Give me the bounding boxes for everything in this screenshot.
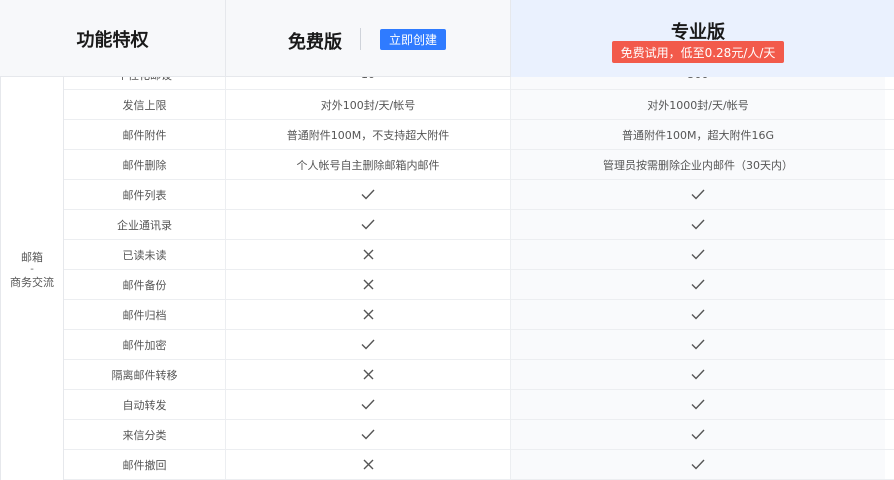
cross-icon: [363, 249, 374, 260]
free-plan-mark: [226, 390, 511, 419]
pro-plan-mark: [511, 420, 885, 449]
check-icon: [691, 219, 705, 230]
category-line-1: 邮箱: [21, 251, 43, 264]
free-plan-mark: [226, 300, 511, 329]
check-icon: [691, 279, 705, 290]
pro-plan-value: 管理员按需删除企业内邮件（30天内）: [511, 150, 885, 179]
table-row: 自动转发: [64, 390, 894, 420]
table-header: 功能特权 免费版 立即创建 专业版 免费试用，低至0.28元/人/天: [0, 0, 894, 77]
free-trial-badge[interactable]: 免费试用，低至0.28元/人/天: [612, 41, 784, 63]
free-plan-title: 免费版: [288, 32, 342, 53]
pro-plan-header: 专业版 免费试用，低至0.28元/人/天: [511, 0, 894, 77]
free-plan-mark: [226, 240, 511, 269]
pro-plan-mark: [511, 240, 885, 269]
check-icon: [361, 429, 375, 440]
pro-plan-mark: [511, 210, 885, 239]
free-plan-mark: [226, 210, 511, 239]
check-icon: [361, 339, 375, 350]
check-icon: [691, 249, 705, 260]
pro-plan-mark: [511, 360, 885, 389]
table-row: 邮件删除 个人帐号自主删除邮箱内邮件 管理员按需删除企业内邮件（30天内）: [64, 150, 894, 180]
feature-name: 邮件归档: [64, 300, 226, 329]
cross-icon: [363, 459, 374, 470]
feature-name: 邮件加密: [64, 330, 226, 359]
pro-plan-mark: [511, 450, 885, 479]
feature-name: 隔离邮件转移: [64, 360, 226, 389]
free-plan-mark: [226, 450, 511, 479]
check-icon: [691, 189, 705, 200]
category-line-3: 商务交流: [10, 276, 54, 289]
pro-plan-mark: [511, 300, 885, 329]
feature-name: 已读未读: [64, 240, 226, 269]
pro-plan-value: 普通附件100M，超大附件16G: [511, 120, 885, 149]
feature-name: 邮件备份: [64, 270, 226, 299]
check-icon: [361, 399, 375, 410]
check-icon: [361, 189, 375, 200]
cross-icon: [363, 279, 374, 290]
table-row: 隔离邮件转移: [64, 360, 894, 390]
free-plan-mark: [226, 270, 511, 299]
free-plan-mark: [226, 360, 511, 389]
table-row: 邮件备份: [64, 270, 894, 300]
table-body: 邮箱 - 商务交流 个性化邮设10500发信上限对外100封/天/帐号对外100…: [0, 60, 894, 480]
table-row: 邮件撤回: [64, 450, 894, 480]
feature-name: 邮件删除: [64, 150, 226, 179]
check-icon: [691, 399, 705, 410]
table-row: 邮件加密: [64, 330, 894, 360]
free-plan-mark: [226, 420, 511, 449]
check-icon: [691, 339, 705, 350]
table-row: 来信分类: [64, 420, 894, 450]
feature-name: 邮件列表: [64, 180, 226, 209]
check-icon: [691, 459, 705, 470]
check-icon: [361, 219, 375, 230]
check-icon: [691, 369, 705, 380]
pro-plan-mark: [511, 330, 885, 359]
free-plan-mark: [226, 330, 511, 359]
free-plan-value: 个人帐号自主删除邮箱内邮件: [226, 150, 511, 179]
free-plan-mark: [226, 180, 511, 209]
feature-column-header: 功能特权: [0, 0, 226, 77]
check-icon: [691, 309, 705, 320]
feature-name: 来信分类: [64, 420, 226, 449]
feature-name: 企业通讯录: [64, 210, 226, 239]
table-row: 邮件列表: [64, 180, 894, 210]
pro-plan-value: 对外1000封/天/帐号: [511, 90, 885, 119]
create-now-button[interactable]: 立即创建: [380, 29, 446, 50]
free-plan-header: 免费版 立即创建: [226, 0, 511, 77]
free-plan-value: 普通附件100M，不支持超大附件: [226, 120, 511, 149]
pro-plan-mark: [511, 390, 885, 419]
feature-name: 自动转发: [64, 390, 226, 419]
check-icon: [691, 429, 705, 440]
table-row: 邮件附件 普通附件100M，不支持超大附件 普通附件100M，超大附件16G: [64, 120, 894, 150]
table-row: 发信上限 对外100封/天/帐号 对外1000封/天/帐号: [64, 90, 894, 120]
free-plan-value: 对外100封/天/帐号: [226, 90, 511, 119]
pro-plan-mark: [511, 180, 885, 209]
table-row: 邮件归档: [64, 300, 894, 330]
cross-icon: [363, 309, 374, 320]
category-cell: 邮箱 - 商务交流: [0, 60, 64, 480]
feature-name: 邮件撤回: [64, 450, 226, 479]
feature-name: 发信上限: [64, 90, 226, 119]
cross-icon: [363, 369, 374, 380]
category-line-2: -: [30, 264, 34, 275]
feature-name: 邮件附件: [64, 120, 226, 149]
pro-plan-mark: [511, 270, 885, 299]
table-row: 已读未读: [64, 240, 894, 270]
table-row: 企业通讯录: [64, 210, 894, 240]
feature-comparison-table: 邮箱 - 商务交流 个性化邮设10500发信上限对外100封/天/帐号对外100…: [0, 0, 894, 480]
header-divider: [360, 28, 361, 50]
